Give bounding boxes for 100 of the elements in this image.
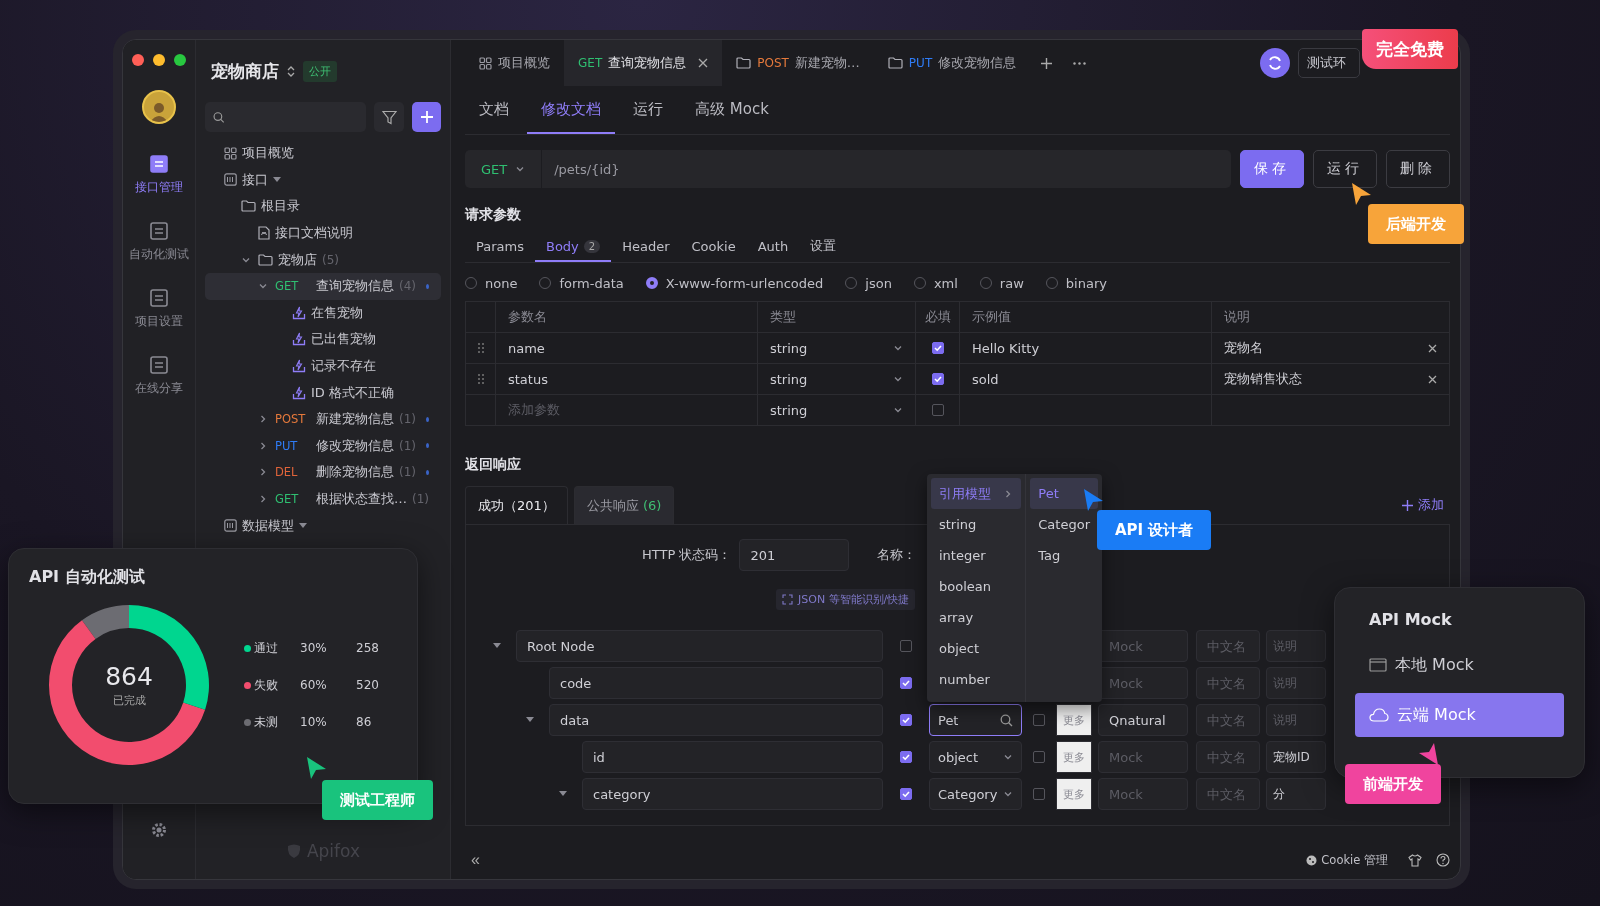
chinese-name-input[interactable]: 中文名 xyxy=(1196,630,1260,662)
chinese-name-input[interactable]: 中文名 xyxy=(1196,741,1260,773)
search-field[interactable] xyxy=(205,102,366,132)
menu-item[interactable]: Tag xyxy=(1030,540,1098,571)
close-icon[interactable] xyxy=(1428,343,1437,353)
radio-option[interactable]: binary xyxy=(1045,275,1107,291)
tree-item[interactable]: ID 格式不正确 xyxy=(205,379,441,406)
tree-item[interactable]: 数据模型 xyxy=(205,512,441,539)
description-input[interactable]: 宠物ID xyxy=(1266,741,1326,773)
tree-item[interactable]: POST 新建宠物信息 (1) xyxy=(205,405,441,433)
tab[interactable]: 公共响应 (6) xyxy=(573,486,675,524)
tree-item[interactable]: 宠物店 (5) xyxy=(205,246,441,273)
checkbox[interactable] xyxy=(900,714,912,726)
type-search-field[interactable]: Pet xyxy=(929,704,1022,736)
tab[interactable]: Params xyxy=(465,232,535,262)
description-input[interactable]: 分 xyxy=(1266,778,1326,810)
menu-item[interactable]: array xyxy=(931,602,1022,633)
project-name[interactable]: 宠物商店 xyxy=(211,59,279,83)
tree-item[interactable]: DEL 删除宠物信息 (1) xyxy=(205,459,441,486)
nav-item[interactable]: 在线分享 xyxy=(135,355,183,396)
drag-handle-icon[interactable] xyxy=(477,374,484,384)
tab[interactable]: 文档 xyxy=(465,86,523,134)
settings-icon[interactable] xyxy=(150,821,168,839)
chevron-icon[interactable] xyxy=(258,467,268,478)
switch-icon[interactable] xyxy=(287,64,295,78)
tab[interactable]: POST 新建宠物… xyxy=(722,40,874,86)
expand-arrow-icon[interactable] xyxy=(526,717,534,723)
checkbox[interactable] xyxy=(1033,788,1045,800)
radio-option[interactable]: X-www-form-urlencoded xyxy=(645,275,824,291)
tab[interactable]: 高级 Mock xyxy=(681,86,783,134)
help-icon[interactable] xyxy=(1436,853,1450,867)
close-icon[interactable] xyxy=(1428,374,1437,384)
url-input[interactable]: /pets/{id} xyxy=(542,150,1231,188)
tab[interactable]: 设置 xyxy=(799,232,848,262)
tab[interactable]: Auth xyxy=(746,232,800,262)
mock-input[interactable]: Mock xyxy=(1098,778,1188,810)
avatar[interactable] xyxy=(142,90,176,124)
menu-item[interactable]: string xyxy=(931,509,1022,540)
mock-option[interactable]: 本地 Mock xyxy=(1355,643,1564,687)
chinese-name-input[interactable]: 中文名 xyxy=(1196,667,1260,699)
type-select[interactable]: string xyxy=(758,395,916,425)
drag-handle-icon[interactable] xyxy=(477,343,484,353)
method-select[interactable]: GET xyxy=(465,150,542,188)
mock-input[interactable]: Qnatural xyxy=(1098,704,1188,736)
collapse-button[interactable]: « xyxy=(465,851,486,869)
radio-option[interactable]: json xyxy=(845,275,892,291)
chevron-icon[interactable] xyxy=(1003,789,1013,799)
chevron-icon[interactable] xyxy=(893,405,903,415)
menu-item[interactable]: object xyxy=(931,633,1022,664)
filter-button[interactable] xyxy=(374,102,404,132)
radio-option[interactable]: none xyxy=(465,275,518,291)
chevron-icon[interactable] xyxy=(1003,752,1013,762)
mock-input[interactable]: Mock xyxy=(1098,741,1188,773)
tab[interactable]: 修改文档 xyxy=(527,86,615,134)
more-icon[interactable] xyxy=(1073,61,1087,65)
radio-option[interactable]: form-data xyxy=(539,275,624,291)
tab[interactable]: Body 2 xyxy=(535,232,612,262)
field-name-input[interactable]: id xyxy=(582,741,883,773)
tree-item[interactable]: 在售宠物 xyxy=(205,299,441,327)
action-button[interactable]: 删除 xyxy=(1386,150,1450,188)
window-close-button[interactable] xyxy=(132,54,144,66)
field-name-input[interactable]: category xyxy=(582,778,883,810)
smart-import-hint[interactable]: JSON 等智能识别/快捷 xyxy=(776,589,916,610)
tree-item[interactable]: 接口 xyxy=(205,166,441,194)
menu-item[interactable]: integer xyxy=(931,540,1022,571)
checkbox[interactable] xyxy=(900,788,912,800)
tree-item[interactable]: GET 根据状态查找… (1) xyxy=(205,485,441,513)
window-minimize-button[interactable] xyxy=(153,54,165,66)
nav-item[interactable]: 自动化测试 xyxy=(129,221,189,262)
type-select[interactable]: string xyxy=(758,333,916,363)
tree-item[interactable]: 已出售宠物 xyxy=(205,326,441,353)
type-select[interactable]: Category xyxy=(929,778,1022,810)
sync-button[interactable] xyxy=(1260,48,1290,78)
field-name-input[interactable]: Root Node xyxy=(516,630,883,662)
menu-item[interactable]: Categor xyxy=(1030,509,1098,540)
action-button[interactable]: 保存 xyxy=(1240,150,1304,188)
chevron-icon[interactable] xyxy=(515,164,526,174)
checkbox[interactable] xyxy=(900,640,912,652)
environment-select[interactable]: 测试环 xyxy=(1298,48,1360,78)
tree-item[interactable]: GET 查询宠物信息 (4) xyxy=(205,272,441,300)
tab[interactable]: Header xyxy=(611,232,681,262)
expand-arrow-icon[interactable] xyxy=(493,643,501,649)
add-link[interactable]: 添加 xyxy=(1396,486,1450,524)
checkbox[interactable] xyxy=(931,342,944,354)
menu-item[interactable]: number xyxy=(931,664,1022,695)
add-button[interactable] xyxy=(412,102,441,132)
tree-item[interactable]: 接口文档说明 xyxy=(205,219,441,247)
chevron-icon[interactable] xyxy=(258,494,268,504)
plus-icon[interactable] xyxy=(1040,56,1054,70)
field-name-input[interactable]: code xyxy=(549,667,883,699)
mock-option[interactable]: 云端 Mock xyxy=(1355,693,1564,737)
tree-item[interactable]: 根目录 xyxy=(205,193,441,220)
tab[interactable]: GET 查询宠物信息 xyxy=(564,40,723,86)
menu-item[interactable]: boolean xyxy=(931,571,1022,602)
shirt-icon[interactable] xyxy=(1408,853,1422,867)
chinese-name-input[interactable]: 中文名 xyxy=(1196,778,1260,810)
nav-item[interactable]: 项目设置 xyxy=(135,288,183,329)
checkbox[interactable] xyxy=(900,751,912,763)
radio-option[interactable]: xml xyxy=(913,275,958,291)
menu-item[interactable]: Pet xyxy=(1030,478,1098,509)
